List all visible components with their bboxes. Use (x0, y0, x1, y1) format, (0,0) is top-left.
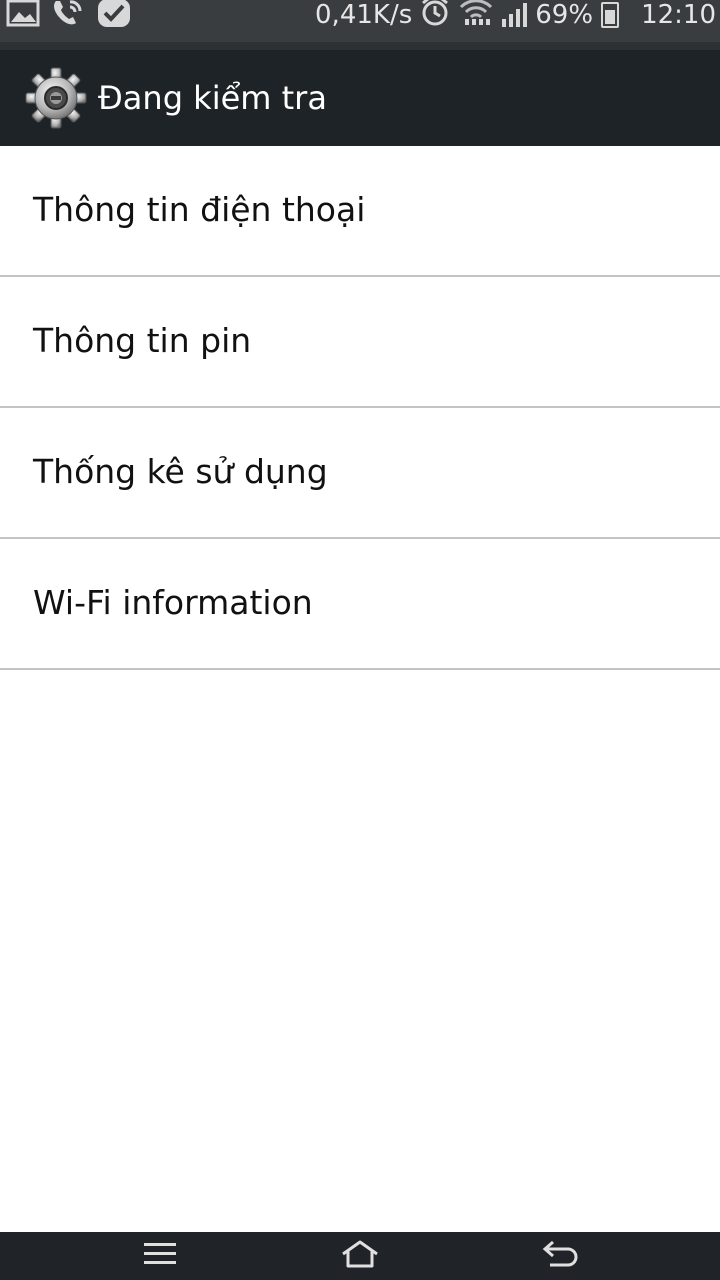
menu-item-label: Thông tin pin (33, 321, 252, 360)
menu-item-usage-stats[interactable]: Thống kê sử dụng (0, 408, 720, 539)
signal-icon (502, 3, 528, 27)
menu-item-label: Thông tin điện thoại (33, 190, 366, 229)
status-indicators: 0,41K/s 69% 12:10 (315, 0, 716, 30)
status-bar-shadow (0, 42, 720, 50)
menu-item-phone-info[interactable]: Thông tin điện thoại (0, 146, 720, 277)
screen: 0,41K/s 69% 12:10 Đang kiểm tra Thông ti… (0, 0, 720, 1280)
menu-icon (142, 1241, 178, 1271)
page-title: Đang kiểm tra (98, 79, 327, 117)
menu-list: Thông tin điện thoại Thông tin pin Thống… (0, 146, 720, 670)
navigation-bar (0, 1232, 720, 1280)
clock: 12:10 (641, 0, 716, 30)
menu-item-label: Thống kê sử dụng (33, 452, 328, 491)
gear-icon[interactable] (24, 66, 88, 130)
battery-percent: 69% (535, 0, 594, 30)
action-bar: Đang kiểm tra (0, 50, 720, 146)
checkmark-icon (96, 0, 132, 32)
alarm-icon (420, 0, 450, 34)
image-icon (6, 0, 40, 31)
home-icon (340, 1239, 380, 1273)
back-button[interactable] (500, 1232, 620, 1280)
menu-item-wifi-information[interactable]: Wi-Fi information (0, 539, 720, 670)
net-speed: 0,41K/s (315, 0, 413, 30)
back-icon (540, 1239, 580, 1273)
status-bar: 0,41K/s 69% 12:10 (0, 0, 720, 50)
wifi-icon (458, 0, 494, 34)
menu-button[interactable] (100, 1232, 220, 1280)
menu-item-label: Wi-Fi information (33, 583, 313, 622)
battery-icon (601, 2, 620, 28)
notification-icons (6, 0, 132, 30)
home-button[interactable] (300, 1232, 420, 1280)
menu-item-battery-info[interactable]: Thông tin pin (0, 277, 720, 408)
phone-call-icon (50, 0, 86, 32)
